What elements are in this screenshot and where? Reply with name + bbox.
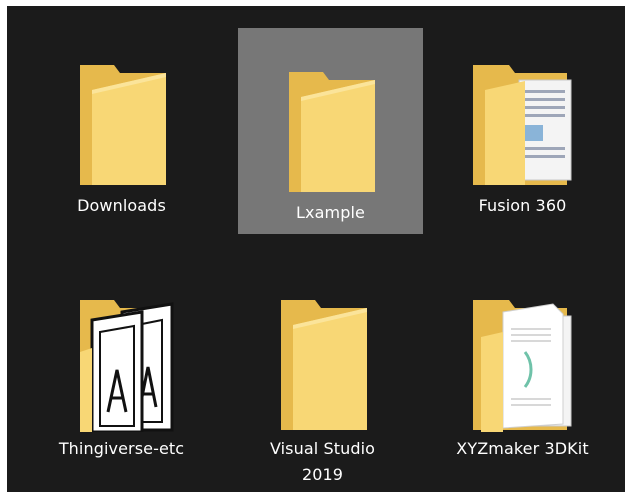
- folder-label: Fusion 360: [478, 196, 567, 215]
- folder-item-example[interactable]: Lxample: [238, 28, 423, 234]
- folder-with-pictures-icon: [79, 300, 173, 432]
- folder-label: Thingiverse-etc: [58, 439, 185, 458]
- folder-label: Lxample: [296, 203, 365, 222]
- folder-with-documents-icon: [472, 65, 571, 185]
- folder-item-fusion-360[interactable]: Fusion 360: [430, 21, 615, 227]
- folder-icon: [79, 65, 166, 185]
- folder-label: Downloads: [77, 196, 166, 215]
- folder-icon: [288, 72, 375, 192]
- folder-with-documents-icon: [472, 300, 571, 432]
- file-explorer-view: Downloads Lxample Fusion 360 Thingiverse…: [7, 6, 625, 492]
- folder-item-thingiverse-etc[interactable]: Thingiverse-etc: [29, 268, 214, 474]
- folder-item-downloads[interactable]: Downloads: [29, 21, 214, 227]
- folder-label: Visual Studio 2019: [269, 439, 376, 484]
- folder-item-visual-studio-2019[interactable]: Visual Studio 2019: [230, 268, 415, 484]
- folder-label: XYZmaker 3DKit: [456, 439, 589, 458]
- folder-icon: [280, 300, 367, 430]
- folder-item-xyzmaker-3dkit[interactable]: XYZmaker 3DKit: [430, 268, 615, 474]
